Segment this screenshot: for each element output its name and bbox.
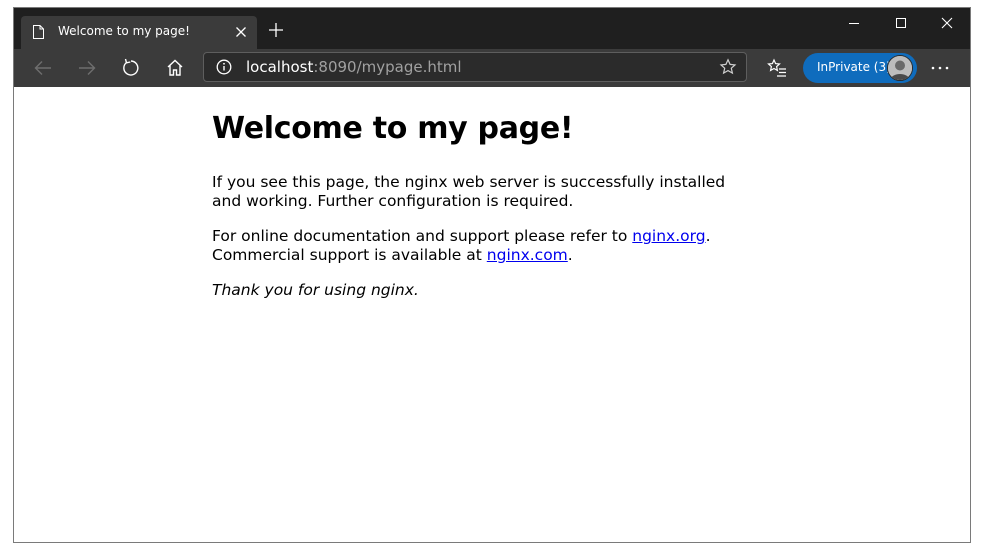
commercial-text: Commercial support is available at	[212, 246, 487, 264]
url-host: localhost	[246, 58, 314, 76]
maximize-icon[interactable]	[878, 8, 924, 38]
thanks-paragraph: Thank you for using nginx.	[212, 281, 419, 299]
url-path: :8090/mypage.html	[313, 58, 462, 76]
site-info-icon[interactable]	[216, 59, 232, 75]
intro-paragraph: If you see this page, the nginx web serv…	[212, 173, 726, 210]
inprivate-button[interactable]: InPrivate (3)	[803, 53, 917, 83]
tab-title: Welcome to my page!	[58, 24, 190, 38]
page-viewport: Welcome to my page! If you see this page…	[14, 87, 970, 542]
nginx-com-link[interactable]: nginx.com	[487, 246, 568, 264]
favorites-icon[interactable]	[766, 57, 788, 79]
forward-icon[interactable]	[74, 55, 100, 81]
close-tab-icon[interactable]	[231, 22, 251, 42]
home-icon[interactable]	[162, 55, 188, 81]
profile-icon	[888, 56, 912, 80]
support-period: .	[705, 227, 711, 245]
browser-tab[interactable]: Welcome to my page!	[21, 16, 257, 49]
minimize-icon[interactable]	[831, 8, 877, 38]
support-paragraph: For online documentation and support ple…	[212, 227, 732, 265]
browser-window: Welcome to my page! localhost:8090/mypag…	[13, 7, 971, 543]
page-heading: Welcome to my page!	[212, 111, 574, 146]
url-text[interactable]: localhost:8090/mypage.html	[246, 58, 462, 76]
nginx-org-link[interactable]: nginx.org	[632, 227, 705, 245]
back-icon[interactable]	[30, 55, 56, 81]
star-icon[interactable]	[719, 58, 737, 76]
refresh-icon[interactable]	[118, 55, 144, 81]
commercial-period: .	[567, 246, 573, 264]
new-tab-icon[interactable]	[266, 20, 286, 40]
browser-toolbar: localhost:8090/mypage.html InPrivate (3)	[14, 49, 970, 87]
page-content: Welcome to my page! If you see this page…	[212, 87, 732, 300]
address-bar[interactable]: localhost:8090/mypage.html	[203, 52, 747, 82]
support-text: For online documentation and support ple…	[212, 227, 633, 245]
inprivate-label: InPrivate (3)	[817, 60, 891, 74]
title-bar: Welcome to my page!	[14, 8, 970, 49]
more-options-icon[interactable]	[929, 57, 951, 79]
avatar	[887, 55, 913, 81]
page-icon	[33, 25, 44, 39]
close-window-icon[interactable]	[924, 8, 970, 38]
